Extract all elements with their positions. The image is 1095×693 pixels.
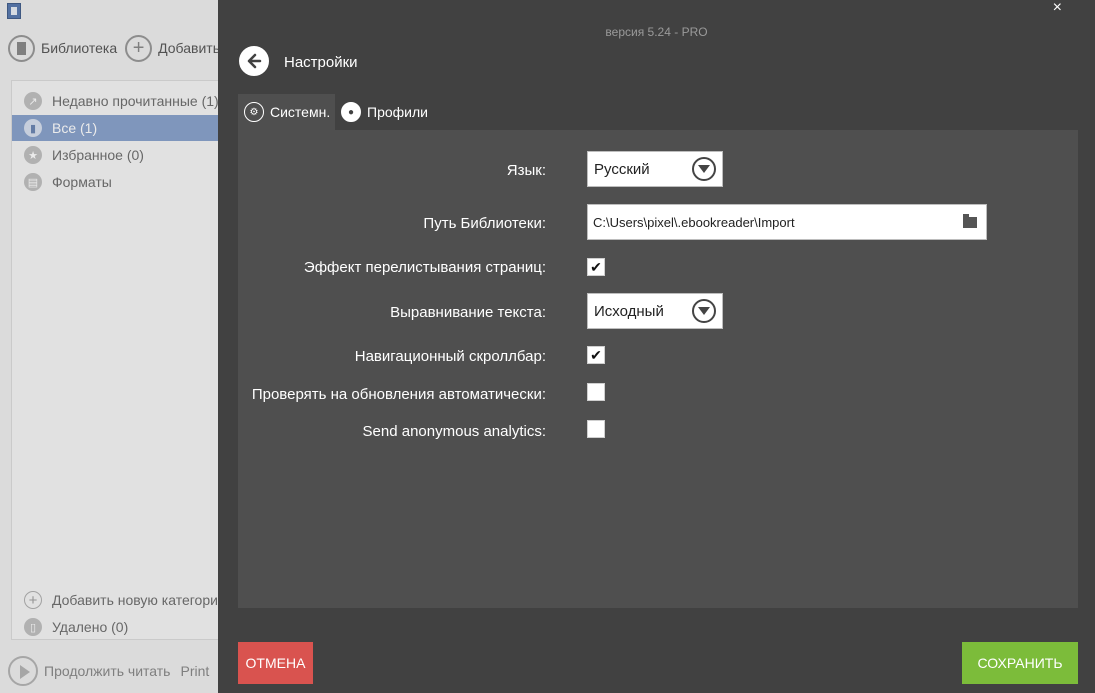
settings-dialog: версия 5.24 - PRO × Настройки ⚙ Системн.… (218, 0, 1095, 693)
save-button[interactable]: СОХРАНИТЬ (962, 642, 1078, 684)
user-icon: ● (341, 102, 361, 122)
analytics-checkbox[interactable] (587, 420, 605, 438)
dialog-footer: ОТМЕНА СОХРАНИТЬ (218, 629, 1095, 693)
text-align-label: Выравнивание текста: (390, 304, 546, 321)
tab-label: Профили (367, 104, 428, 120)
language-label: Язык: (506, 162, 546, 179)
language-select[interactable]: Русский (587, 151, 723, 187)
gears-icon: ⚙ (244, 102, 264, 122)
tab-profiles[interactable]: ● Профили (335, 94, 435, 130)
version-label: версия 5.24 - PRO (605, 25, 708, 39)
auto-update-checkbox[interactable] (587, 383, 605, 401)
checkmark-icon: ✔ (590, 347, 602, 363)
nav-scrollbar-label: Навигационный скроллбар: (354, 348, 546, 365)
back-button[interactable] (239, 46, 269, 76)
library-path-field[interactable]: C:\Users\pixel\.ebookreader\Import (587, 204, 987, 240)
language-value: Русский (594, 160, 650, 178)
text-align-value: Исходный (594, 302, 664, 320)
folder-icon[interactable] (963, 214, 977, 228)
library-path-value: C:\Users\pixel\.ebookreader\Import (593, 214, 795, 230)
cancel-button[interactable]: ОТМЕНА (238, 642, 313, 684)
page-flip-checkbox[interactable]: ✔ (587, 258, 605, 276)
tab-system[interactable]: ⚙ Системн. (238, 94, 335, 130)
dialog-title: Настройки (284, 54, 358, 71)
chevron-down-icon (692, 299, 716, 323)
library-path-label: Путь Библиотеки: (423, 215, 546, 232)
settings-panel: Язык: Русский Путь Библиотеки: C:\Users\… (238, 130, 1078, 608)
text-align-select[interactable]: Исходный (587, 293, 723, 329)
tab-label: Системн. (270, 104, 331, 120)
checkmark-icon: ✔ (590, 259, 602, 275)
analytics-label: Send anonymous analytics: (362, 423, 546, 440)
chevron-down-icon (692, 157, 716, 181)
page-flip-label: Эффект перелистывания страниц: (303, 259, 546, 276)
close-icon[interactable]: × (1053, 0, 1062, 17)
nav-scrollbar-checkbox[interactable]: ✔ (587, 346, 605, 364)
arrow-left-icon (247, 53, 262, 69)
auto-update-label: Проверять на обновления автоматически: (251, 386, 546, 403)
